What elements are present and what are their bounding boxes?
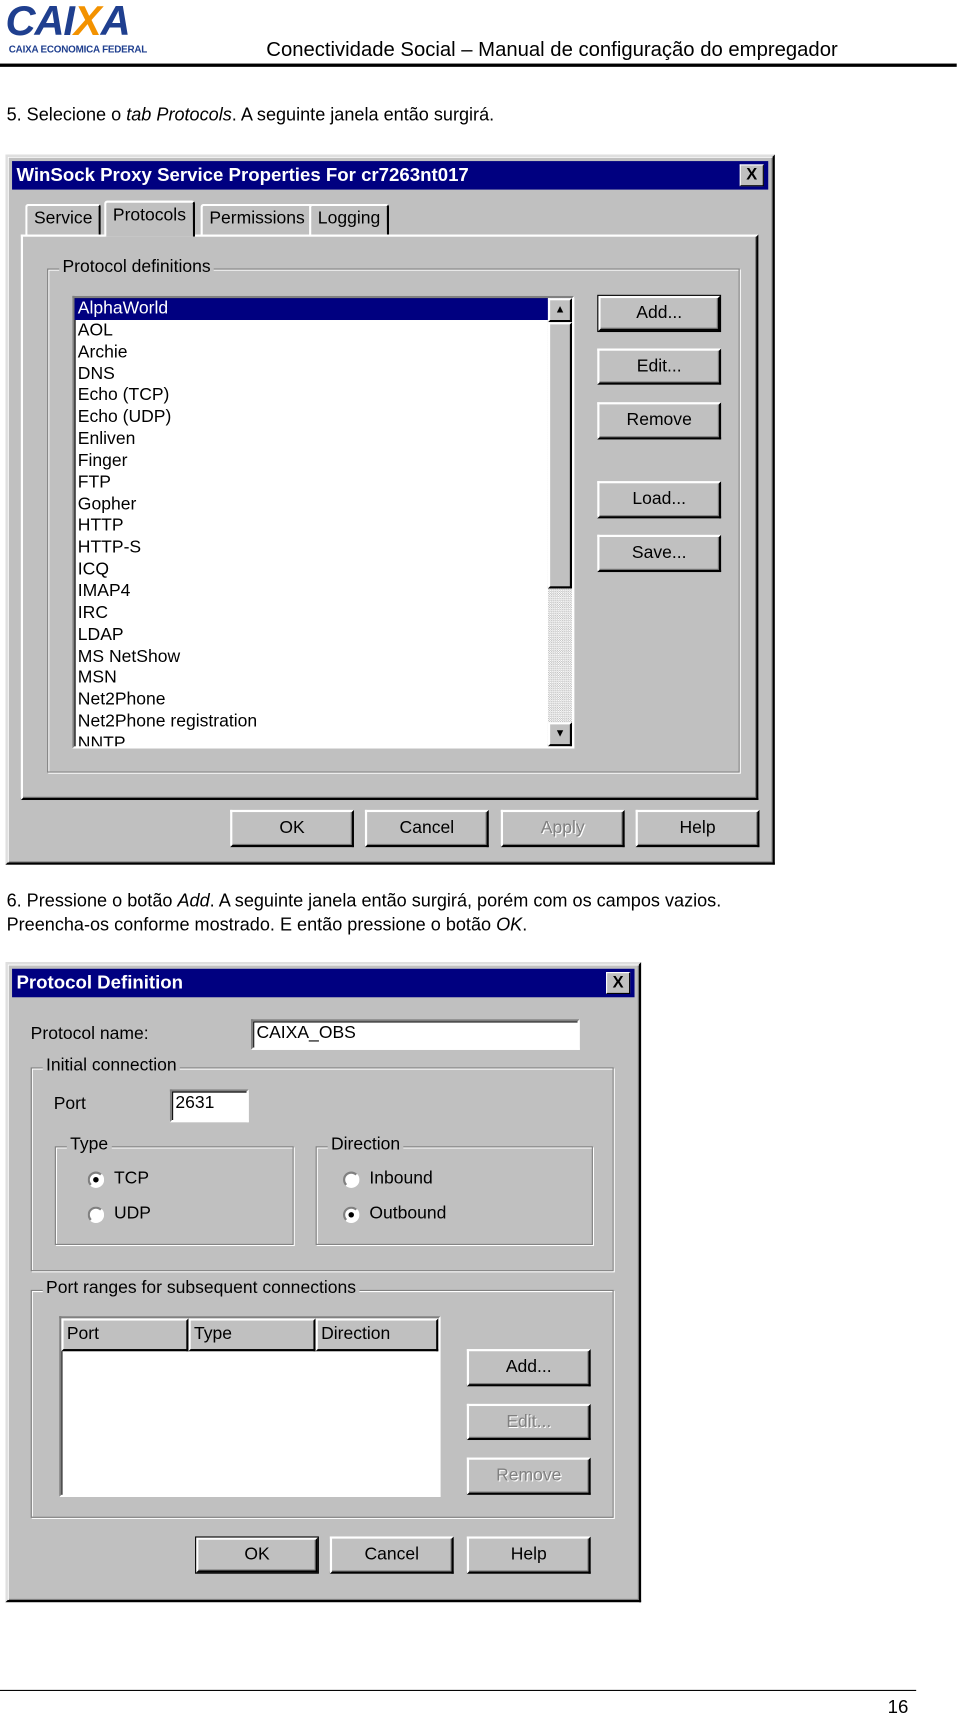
vertical-scrollbar[interactable]: ▲ ▼ xyxy=(547,298,573,747)
port-ranges-list[interactable]: Port Type Direction xyxy=(59,1316,441,1497)
protocol-list-item[interactable]: HTTP-S xyxy=(75,537,573,559)
direction-group: Direction xyxy=(315,1135,593,1245)
logo-subtext: CAIXA ECONOMICA FEDERAL xyxy=(8,43,148,55)
add-button[interactable]: Add... xyxy=(597,294,722,333)
protocol-list-item[interactable]: Net2Phone registration xyxy=(75,711,573,733)
caixa-logo: CAIXA CAIXA ECONOMICA FEDERAL xyxy=(5,0,148,55)
group-label: Port ranges for subsequent connections xyxy=(42,1278,360,1299)
type-group: Type xyxy=(54,1135,294,1245)
port-input[interactable]: 2631 xyxy=(169,1089,249,1123)
step-6-text-line2: Preencha-os conforme mostrado. E então p… xyxy=(6,915,528,935)
protocol-list-item[interactable]: Net2Phone xyxy=(75,690,573,712)
dialog-title: WinSock Proxy Service Properties For cr7… xyxy=(16,164,469,186)
protocol-list-item[interactable]: Gopher xyxy=(75,494,573,516)
protocol-list-item[interactable]: LDAP xyxy=(75,624,573,646)
step-5-text: 5. Selecione o tab Protocols. A seguinte… xyxy=(6,105,495,125)
protocol-list-item[interactable]: Finger xyxy=(75,450,573,472)
protocol-list-item[interactable]: DNS xyxy=(75,363,573,385)
udp-label[interactable]: UDP xyxy=(114,1204,151,1224)
remove-range-button[interactable]: Remove xyxy=(466,1457,591,1495)
protocol-list-item[interactable]: Enliven xyxy=(75,429,573,451)
udp-radio[interactable] xyxy=(87,1206,105,1224)
protocol-list-item[interactable]: Echo (UDP) xyxy=(75,407,573,429)
protocol-name-label: Protocol name: xyxy=(30,1024,149,1044)
dialog-title-bar: WinSock Proxy Service Properties For cr7… xyxy=(12,161,769,190)
column-header-direction[interactable]: Direction xyxy=(315,1318,439,1352)
close-icon[interactable]: X xyxy=(739,164,764,187)
add-range-button[interactable]: Add... xyxy=(466,1349,591,1387)
cancel-button[interactable]: Cancel xyxy=(329,1536,454,1574)
document-header-title: Conectividade Social – Manual de configu… xyxy=(266,37,838,61)
footer-divider xyxy=(0,1689,917,1691)
scroll-up-icon[interactable]: ▲ xyxy=(547,298,573,323)
protocol-name-input[interactable]: CAIXA_OBS xyxy=(250,1019,580,1050)
dialog-title-bar: Protocol Definition X xyxy=(12,968,635,998)
edit-range-button[interactable]: Edit... xyxy=(466,1403,591,1441)
save-button[interactable]: Save... xyxy=(597,534,722,573)
protocol-list-item[interactable]: MSN xyxy=(75,668,573,690)
protocol-list-item[interactable]: NNTP xyxy=(75,733,573,746)
tab-service[interactable]: Service xyxy=(25,203,102,236)
ok-button[interactable]: OK xyxy=(195,1536,319,1574)
edit-button[interactable]: Edit... xyxy=(597,348,722,385)
tab-logging[interactable]: Logging xyxy=(309,203,389,236)
protocol-list-item[interactable]: Archie xyxy=(75,342,573,364)
scroll-thumb[interactable] xyxy=(547,322,573,589)
outbound-radio[interactable] xyxy=(343,1206,360,1224)
help-button[interactable]: Help xyxy=(635,809,760,848)
protocol-list[interactable]: AlphaWorld AOL Archie DNS Echo (TCP) Echo (UD… xyxy=(72,295,575,749)
protocol-list-item[interactable]: AlphaWorld xyxy=(74,298,573,320)
protocol-list-item[interactable]: ICQ xyxy=(75,559,573,581)
scroll-down-icon[interactable]: ▼ xyxy=(547,722,573,747)
apply-button[interactable]: Apply xyxy=(500,809,625,848)
close-icon[interactable]: X xyxy=(606,972,631,994)
inbound-radio[interactable] xyxy=(343,1171,360,1188)
cancel-button[interactable]: Cancel xyxy=(364,809,489,848)
protocol-list-item[interactable]: Echo (TCP) xyxy=(75,385,573,407)
protocol-list-item[interactable]: MS NetShow xyxy=(75,646,573,668)
header-divider xyxy=(0,63,957,67)
group-label: Protocol definitions xyxy=(59,257,214,278)
outbound-label[interactable]: Outbound xyxy=(369,1204,446,1224)
tcp-label[interactable]: TCP xyxy=(114,1169,149,1189)
tab-protocols[interactable]: Protocols xyxy=(104,200,195,237)
protocol-list-item[interactable]: IMAP4 xyxy=(75,581,573,603)
help-button[interactable]: Help xyxy=(466,1536,591,1574)
column-header-port[interactable]: Port xyxy=(61,1318,189,1352)
column-header-type[interactable]: Type xyxy=(188,1318,316,1352)
ok-button[interactable]: OK xyxy=(230,809,354,848)
remove-button[interactable]: Remove xyxy=(597,402,722,440)
load-button[interactable]: Load... xyxy=(597,481,722,519)
group-label: Type xyxy=(66,1135,112,1156)
protocol-list-item[interactable]: AOL xyxy=(75,320,573,342)
step-6-text: 6. Pressione o botão Add. A seguinte jan… xyxy=(6,890,722,911)
group-label: Direction xyxy=(327,1135,404,1156)
tab-permissions[interactable]: Permissions xyxy=(200,203,314,236)
tcp-radio[interactable] xyxy=(87,1171,105,1188)
protocol-list-item[interactable]: FTP xyxy=(75,472,573,494)
page-number: 16 xyxy=(887,1696,909,1718)
dialog-title: Protocol Definition xyxy=(16,972,184,993)
inbound-label[interactable]: Inbound xyxy=(369,1169,432,1189)
port-label: Port xyxy=(53,1094,86,1114)
protocol-list-item[interactable]: IRC xyxy=(75,603,573,625)
protocol-list-item[interactable]: HTTP xyxy=(75,516,573,538)
group-label: Initial connection xyxy=(42,1056,180,1077)
